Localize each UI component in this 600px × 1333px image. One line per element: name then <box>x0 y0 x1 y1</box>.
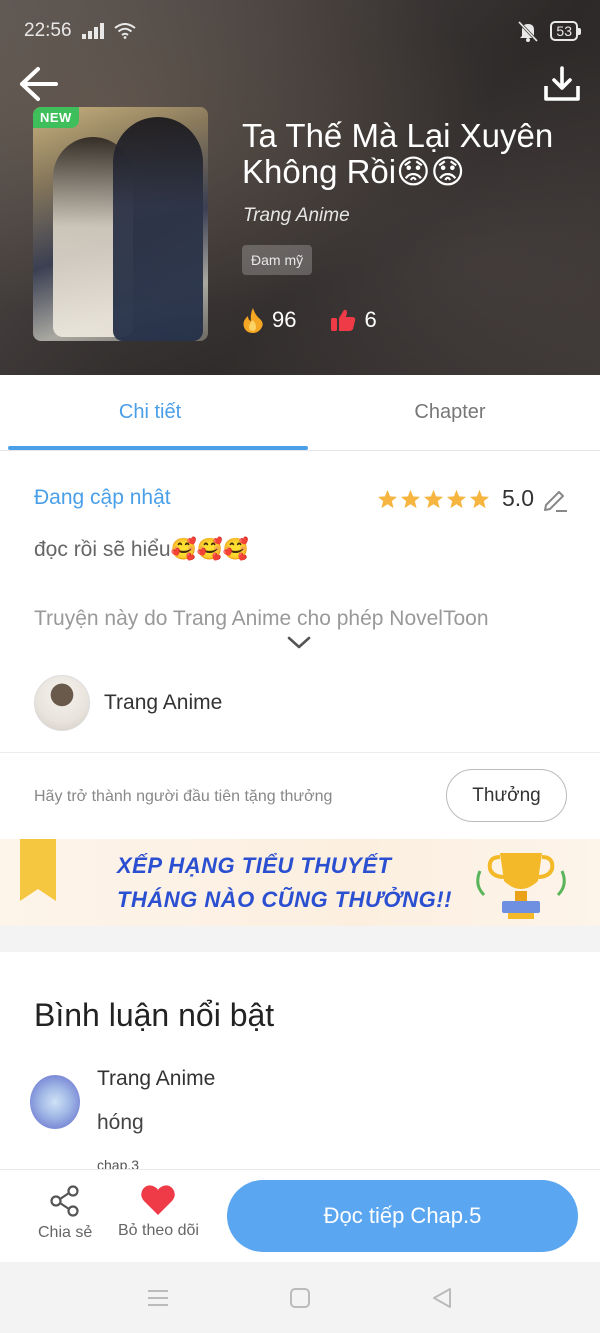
trophy-icon <box>476 853 566 919</box>
expand-button[interactable] <box>286 635 312 656</box>
author-avatar[interactable] <box>34 675 90 731</box>
banner-line-2: THÁNG NÀO CŨNG THƯỞNG!! <box>117 887 452 912</box>
ranking-promo-banner[interactable]: XẾP HẠNG TIỂU THUYẾT THÁNG NÀO CŨNG THƯỞ… <box>0 839 600 926</box>
tab-bar: Chi tiết Chapter <box>0 375 600 451</box>
bookmark-ribbon-icon <box>20 839 56 901</box>
comic-author[interactable]: Trang Anime <box>243 205 350 227</box>
wifi-icon <box>113 23 136 39</box>
share-icon <box>50 1185 79 1217</box>
unfollow-button[interactable]: Bỏ theo dõi <box>118 1184 199 1240</box>
commenter-avatar[interactable] <box>30 1075 80 1129</box>
signal-icon <box>81 23 104 39</box>
download-button[interactable] <box>540 62 584 106</box>
star-icon <box>469 489 490 508</box>
author-profile-row[interactable]: Trang Anime <box>34 675 222 731</box>
battery-indicator: 53 <box>550 21 581 41</box>
section-gap <box>0 926 600 952</box>
banner-line-1: XẾP HẠNG TIỂU THUYẾT <box>117 853 392 878</box>
rating-section: 5.0 <box>377 485 568 512</box>
comic-header: 22:56 53 NEW Ta Thế Mà Lại Xuyên Không R… <box>0 0 600 375</box>
comic-stats: 96 6 <box>242 307 377 333</box>
home-icon[interactable] <box>289 1287 311 1309</box>
author-name[interactable]: Trang Anime <box>104 691 222 715</box>
featured-comments-title: Bình luận nổi bật <box>34 997 275 1033</box>
mute-icon <box>518 20 539 42</box>
like-count: 6 <box>364 307 377 332</box>
tab-chapters[interactable]: Chapter <box>300 375 600 450</box>
reward-prompt: Hãy trở thành người đầu tiên tặng thưởng <box>34 788 333 805</box>
comic-description: đọc rồi sẽ hiểu🥰🥰🥰 <box>34 538 250 561</box>
star-icon <box>423 489 444 508</box>
new-badge: NEW <box>33 107 79 128</box>
status-time: 22:56 <box>24 20 72 41</box>
divider <box>0 752 600 753</box>
thumbs-up-icon <box>331 309 356 331</box>
fire-icon <box>243 308 263 333</box>
genre-tag[interactable]: Đam mỹ <box>242 245 313 275</box>
star-icon <box>377 489 398 508</box>
comic-cover-image[interactable]: NEW <box>33 107 208 341</box>
share-label: Chia sẻ <box>38 1224 93 1241</box>
heart-icon <box>141 1185 176 1215</box>
star-icon <box>400 489 421 508</box>
chevron-down-icon <box>287 636 311 649</box>
unfollow-label: Bỏ theo dõi <box>118 1222 199 1239</box>
bottom-action-bar: Chia sẻ Bỏ theo dõi Đọc tiếp Chap.5 <box>0 1169 600 1262</box>
back-button[interactable] <box>16 62 60 106</box>
download-icon <box>544 66 580 101</box>
edit-icon[interactable] <box>542 486 568 512</box>
menu-icon[interactable] <box>147 1289 169 1307</box>
fire-count: 96 <box>272 307 297 332</box>
back-nav-icon[interactable] <box>431 1287 453 1309</box>
status-bar: 22:56 53 <box>24 14 581 48</box>
star-icon <box>446 489 467 508</box>
comment-text: hóng <box>97 1111 144 1134</box>
comic-title: Ta Thế Mà Lại Xuyên Không Rồi😟😟 <box>242 117 554 190</box>
update-status: Đang cập nhật <box>34 486 171 509</box>
share-button[interactable]: Chia sẻ <box>38 1184 92 1242</box>
comic-detail-page: 22:56 53 NEW Ta Thế Mà Lại Xuyên Không R… <box>0 0 600 1333</box>
system-nav-bar <box>0 1262 600 1333</box>
rating-value: 5.0 <box>502 485 534 511</box>
popularity-stat: 96 <box>242 307 296 333</box>
rating-stars[interactable] <box>377 489 490 509</box>
commenter-name[interactable]: Trang Anime <box>97 1067 215 1091</box>
permission-text: Truyện này do Trang Anime cho phép Novel… <box>34 607 489 630</box>
arrow-left-icon <box>20 67 58 101</box>
reward-button[interactable]: Thưởng <box>446 769 567 822</box>
continue-reading-button[interactable]: Đọc tiếp Chap.5 <box>227 1180 578 1252</box>
like-stat: 6 <box>330 307 377 333</box>
tab-details[interactable]: Chi tiết <box>0 375 308 450</box>
